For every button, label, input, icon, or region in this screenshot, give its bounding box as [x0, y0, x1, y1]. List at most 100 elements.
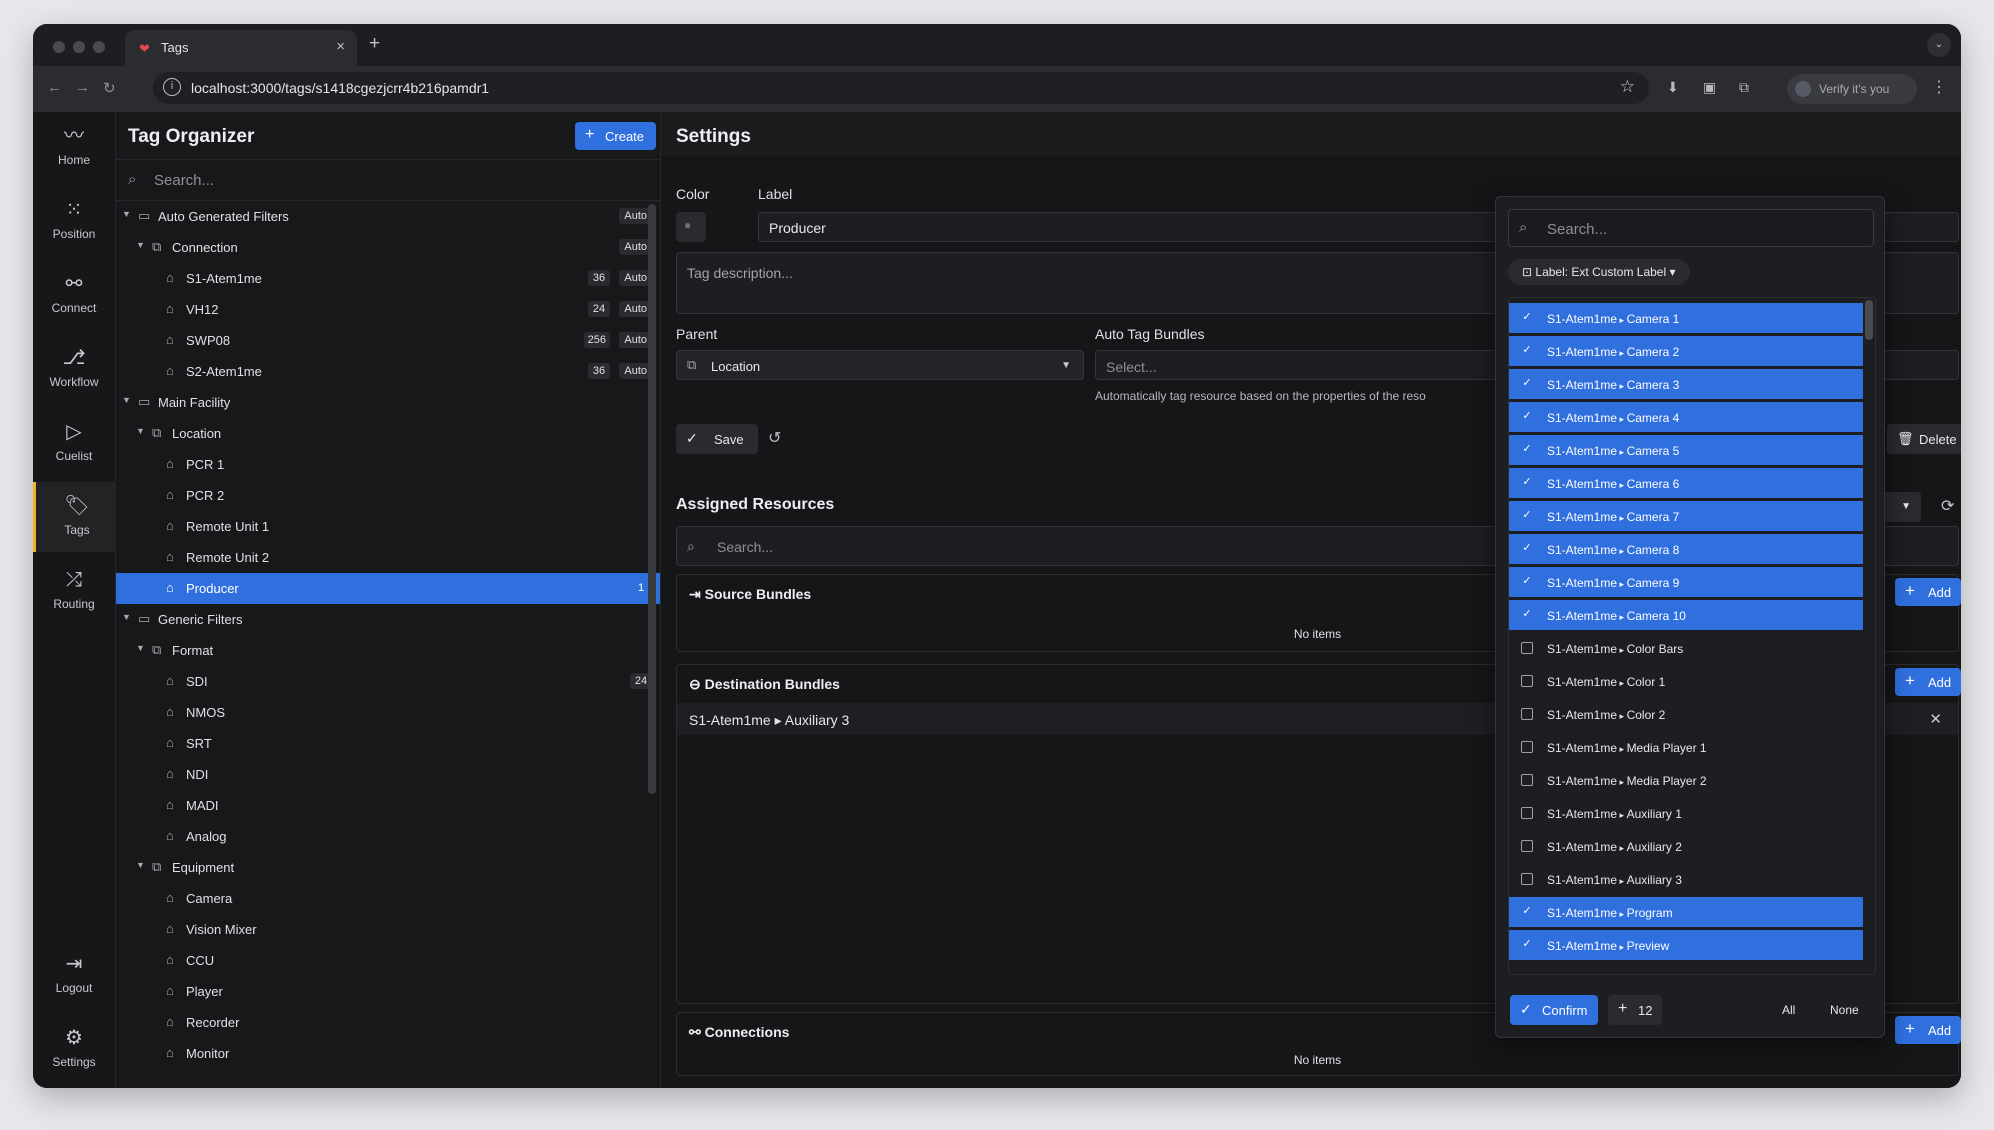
- tree-group-row[interactable]: ▼ ⧉ Location: [116, 418, 660, 449]
- profile-verify-button[interactable]: Verify it's you: [1787, 74, 1917, 104]
- checkbox-checked[interactable]: ✓: [1521, 609, 1533, 621]
- save-button[interactable]: ✓ Save: [676, 424, 758, 454]
- rail-item-workflow[interactable]: ⎇ Workflow: [33, 334, 115, 404]
- refresh-icon[interactable]: ⟳: [1941, 496, 1954, 516]
- tree-group-row[interactable]: ▼ ⧉ Format: [116, 635, 660, 666]
- tree-tag-row[interactable]: ⌂ NDI: [116, 759, 660, 790]
- bookmark-star-icon[interactable]: ☆: [1620, 77, 1635, 97]
- rail-item-routing[interactable]: ⤮ Routing: [33, 556, 115, 626]
- extensions-icon[interactable]: ⧉: [1739, 79, 1749, 96]
- checkbox-checked[interactable]: ✓: [1521, 312, 1533, 324]
- chevron-down-icon[interactable]: ▼: [122, 395, 131, 405]
- tree-tag-row[interactable]: ⌂ Player: [116, 976, 660, 1007]
- close-window-dot[interactable]: [53, 41, 65, 53]
- chevron-down-icon[interactable]: ▼: [136, 240, 145, 250]
- checkbox-checked[interactable]: ✓: [1521, 411, 1533, 423]
- tree-tag-row[interactable]: ⌂ S2-Atem1me 36 Auto: [116, 356, 660, 387]
- tree-tag-row[interactable]: ⌂ Vision Mixer: [116, 914, 660, 945]
- checkbox-checked[interactable]: ✓: [1521, 345, 1533, 357]
- checkbox[interactable]: [1521, 675, 1533, 687]
- select-all-button[interactable]: All: [1782, 1003, 1795, 1017]
- tree-group-row[interactable]: ▼ ⧉ Equipment: [116, 852, 660, 883]
- tree-tag-row[interactable]: ⌂ CCU: [116, 945, 660, 976]
- rail-item-position[interactable]: ⁙ Position: [33, 186, 115, 256]
- tab-search-button[interactable]: ⌄: [1927, 33, 1951, 57]
- checkbox-checked[interactable]: ✓: [1521, 543, 1533, 555]
- tree-folder-row[interactable]: ▼ ▭ Main Facility: [116, 387, 660, 418]
- dropdown-search-input[interactable]: ⌕ Search...: [1508, 209, 1874, 247]
- chevron-down-icon[interactable]: ▼: [122, 612, 131, 622]
- color-swatch[interactable]: ●: [676, 212, 706, 242]
- add-destination-button[interactable]: + Add: [1895, 668, 1961, 696]
- checkbox-checked[interactable]: ✓: [1521, 576, 1533, 588]
- add-selection-button[interactable]: + 12: [1608, 995, 1662, 1025]
- list-item[interactable]: ✓ S1-Atem1me ▸ Camera 9: [1509, 567, 1863, 597]
- tree-group-row[interactable]: ▼ ⧉ Connection Auto: [116, 232, 660, 263]
- checkbox[interactable]: [1521, 807, 1533, 819]
- delete-button[interactable]: 🗑 Delete: [1887, 424, 1961, 454]
- list-item[interactable]: ✓ S1-Atem1me ▸ Camera 10: [1509, 600, 1863, 630]
- list-item[interactable]: ✓ S1-Atem1me ▸ Camera 5: [1509, 435, 1863, 465]
- tree-folder-row[interactable]: ▼ ▭ Generic Filters: [116, 604, 660, 635]
- tree-tag-row[interactable]: ⌂ Camera: [116, 883, 660, 914]
- rail-item-connect[interactable]: ⚯ Connect: [33, 260, 115, 330]
- checkbox-checked[interactable]: ✓: [1521, 510, 1533, 522]
- list-item[interactable]: ✓ S1-Atem1me ▸ Camera 1: [1509, 303, 1863, 333]
- confirm-button[interactable]: ✓ Confirm: [1510, 995, 1598, 1025]
- list-item[interactable]: S1-Atem1me ▸ Media Player 1: [1509, 732, 1863, 762]
- tree-tag-row[interactable]: ⌂ MADI: [116, 790, 660, 821]
- minimize-window-dot[interactable]: [73, 41, 85, 53]
- list-item[interactable]: ✓ S1-Atem1me ▸ Camera 8: [1509, 534, 1863, 564]
- add-connection-button[interactable]: + Add: [1895, 1016, 1961, 1044]
- checkbox-checked[interactable]: ✓: [1521, 906, 1533, 918]
- reload-icon[interactable]: ↻: [103, 79, 116, 97]
- back-icon[interactable]: ←: [47, 79, 62, 96]
- reset-icon[interactable]: ↺: [768, 428, 781, 448]
- rail-item-home[interactable]: 〰 Home: [33, 112, 115, 182]
- rail-item-logout[interactable]: ⇥ Logout: [33, 940, 115, 1010]
- site-info-icon[interactable]: i: [163, 78, 181, 96]
- tree-folder-row[interactable]: ▼ ▭ Auto Generated Filters Auto: [116, 201, 660, 232]
- list-item[interactable]: S1-Atem1me ▸ Auxiliary 1: [1509, 798, 1863, 828]
- list-item[interactable]: S1-Atem1me ▸ Auxiliary 3: [1509, 864, 1863, 894]
- rail-item-cuelist[interactable]: ▷ Cuelist: [33, 408, 115, 478]
- list-item[interactable]: S1-Atem1me ▸ Color Bars: [1509, 633, 1863, 663]
- maximize-window-dot[interactable]: [93, 41, 105, 53]
- tree-tag-row[interactable]: ⌂ PCR 2: [116, 480, 660, 511]
- chevron-down-icon[interactable]: ▼: [136, 860, 145, 870]
- tree-tag-row[interactable]: ⌂ VH12 24 Auto: [116, 294, 660, 325]
- tree-tag-row[interactable]: ⌂ S1-Atem1me 36 Auto: [116, 263, 660, 294]
- tree-tag-row[interactable]: ⌂ PCR 1: [116, 449, 660, 480]
- parent-select[interactable]: ⧉ Location ▼: [676, 350, 1084, 380]
- tree-tag-row[interactable]: ⌂ SWP08 256 Auto: [116, 325, 660, 356]
- checkbox[interactable]: [1521, 642, 1533, 654]
- rail-item-settings[interactable]: ⚙ Settings: [33, 1014, 115, 1084]
- chevron-down-icon[interactable]: ▼: [122, 209, 131, 219]
- add-source-button[interactable]: + Add: [1895, 578, 1961, 606]
- list-item[interactable]: ✓ S1-Atem1me ▸ Camera 3: [1509, 369, 1863, 399]
- checkbox-checked[interactable]: ✓: [1521, 939, 1533, 951]
- tree-tag-row[interactable]: ⌂ Remote Unit 1: [116, 511, 660, 542]
- chevron-down-icon[interactable]: ▼: [136, 426, 145, 436]
- checkbox-checked[interactable]: ✓: [1521, 378, 1533, 390]
- tree-tag-row[interactable]: ⌂ Analog: [116, 821, 660, 852]
- list-item[interactable]: ✓ S1-Atem1me ▸ Camera 7: [1509, 501, 1863, 531]
- close-tab-icon[interactable]: ×: [336, 38, 345, 55]
- tree-search-input[interactable]: ⌕ Search...: [116, 159, 660, 201]
- browser-tab[interactable]: ❤ Tags ×: [125, 30, 357, 66]
- list-item[interactable]: S1-Atem1me ▸ Media Player 2: [1509, 765, 1863, 795]
- new-tab-button[interactable]: +: [369, 33, 380, 55]
- list-item[interactable]: S1-Atem1me ▸ Auxiliary 2: [1509, 831, 1863, 861]
- list-item[interactable]: ✓ S1-Atem1me ▸ Camera 6: [1509, 468, 1863, 498]
- tree-tag-row[interactable]: ⌂ Recorder: [116, 1007, 660, 1038]
- reading-mode-icon[interactable]: ▣: [1703, 79, 1716, 96]
- select-none-button[interactable]: None: [1830, 1003, 1859, 1017]
- remove-icon[interactable]: ✕: [1929, 710, 1942, 728]
- download-icon[interactable]: ⬇: [1667, 79, 1679, 96]
- checkbox-checked[interactable]: ✓: [1521, 477, 1533, 489]
- list-scrollbar[interactable]: [1865, 300, 1873, 340]
- list-item[interactable]: S1-Atem1me ▸ Color 2: [1509, 699, 1863, 729]
- checkbox[interactable]: [1521, 708, 1533, 720]
- list-item[interactable]: ✓ S1-Atem1me ▸ Preview: [1509, 930, 1863, 960]
- checkbox[interactable]: [1521, 840, 1533, 852]
